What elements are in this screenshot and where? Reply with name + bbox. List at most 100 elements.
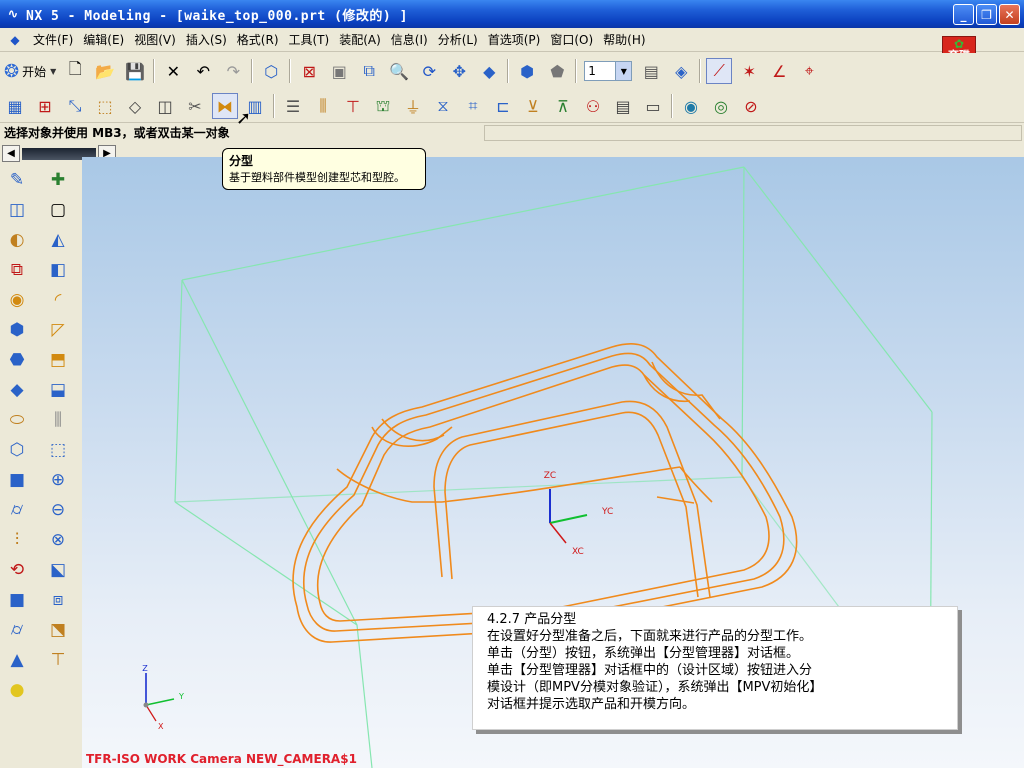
save-icon[interactable]: 💾 [122,58,148,84]
sweep-icon[interactable]: ⧉ [3,256,31,284]
gate-icon[interactable]: ⏚ [400,93,426,119]
ejector-icon[interactable]: ⫼ [310,93,336,119]
delete-icon[interactable]: ✕ [160,58,186,84]
menu-information[interactable]: 信息(I) [386,29,433,51]
sub-insert-icon[interactable]: ⛫ [370,93,396,119]
patch-icon[interactable]: ⬔ [44,616,72,644]
instance-icon[interactable]: ⟲ [3,556,31,584]
menu-help[interactable]: 帮助(H) [598,29,650,51]
split-body-icon[interactable]: ◧ [44,256,72,284]
mold-csys-icon[interactable]: ⊞ [32,93,58,119]
project-init-icon[interactable]: ▦ [2,93,28,119]
pocket-icon[interactable]: ⊼ [550,93,576,119]
start-button[interactable]: ❂ 开始 ▼ [0,58,60,84]
work-layer-select[interactable]: 1 ▼ [584,61,633,81]
thread-icon[interactable]: ⫶ [3,526,31,554]
undo-icon[interactable]: ↶ [190,58,216,84]
open-folder-icon[interactable]: 📂 [92,58,118,84]
menu-insert[interactable]: 插入(S) [181,29,232,51]
orient-view-icon[interactable]: ⬢ [514,58,540,84]
emboss-icon[interactable]: ⊤ [44,646,72,674]
eye-icon[interactable]: ◎ [708,93,734,119]
redo-icon[interactable]: ↷ [220,58,246,84]
cylinder-primitive-icon[interactable]: ⌭ [3,616,31,644]
slot-icon[interactable]: ⬭ [3,406,31,434]
shrinkage-icon[interactable]: ⤡ [62,93,88,119]
menu-format[interactable]: 格式(R) [232,29,284,51]
workpiece-icon[interactable]: ⬚ [92,93,118,119]
menu-view[interactable]: 视图(V) [129,29,181,51]
select-filter-icon[interactable]: ⬡ [258,58,284,84]
hole-icon[interactable]: ◉ [3,286,31,314]
standard-parts-icon[interactable]: ☰ [280,93,306,119]
wcs-icon[interactable]: ⟋ [706,58,733,84]
menu-file[interactable]: 文件(F) [28,29,78,51]
rectangle-icon[interactable]: ▢ [44,196,72,224]
menu-window[interactable]: 窗口(O) [545,29,598,51]
trim-icon[interactable]: ⊻ [520,93,546,119]
parting-icon[interactable]: ⧓ [212,93,238,119]
family-mold-icon[interactable]: ◫ [152,93,178,119]
sphere-icon[interactable]: ● [3,676,31,704]
intersect-icon[interactable]: ⊗ [44,526,72,554]
cooling-icon[interactable]: ⌗ [460,93,486,119]
display-icon[interactable]: ▣ [326,58,352,84]
restore-button[interactable]: ❐ [976,4,997,25]
remove-icon[interactable]: ⊘ [738,93,764,119]
menu-analysis[interactable]: 分析(L) [433,29,483,51]
menu-edit[interactable]: 编辑(E) [78,29,129,51]
offset-face-icon[interactable]: ⬚ [44,436,72,464]
edge-blend-icon[interactable]: ◜ [44,286,72,314]
hole-table-icon[interactable]: ▭ [640,93,666,119]
cone-icon[interactable]: ▲ [3,646,31,674]
trim-body-icon[interactable]: ◭ [44,226,72,254]
boss-icon[interactable]: ⬢ [3,316,31,344]
move-layer-icon[interactable]: ▤ [638,58,664,84]
wcs-orient-icon[interactable]: ✶ [736,58,762,84]
drawing-icon[interactable]: ▤ [610,93,636,119]
render-style-icon[interactable]: ⬟ [544,58,570,84]
sew-icon[interactable]: ⧈ [44,586,72,614]
wcs-origin-icon[interactable]: ⌖ [796,58,822,84]
mold-tools-icon[interactable]: ✂ [182,93,208,119]
bom-icon[interactable]: ⚇ [580,93,606,119]
zoom-icon[interactable]: 🔍 [386,58,412,84]
new-file-icon[interactable]: 🗋 [62,58,88,84]
pocket-feature-icon[interactable]: ⬣ [3,346,31,374]
shaded-icon[interactable]: ◆ [476,58,502,84]
document-icon[interactable]: ◆ [6,31,24,49]
revolve-icon[interactable]: ◐ [3,226,31,254]
scale-body-icon[interactable]: ⬕ [44,556,72,584]
menu-assemblies[interactable]: 装配(A) [334,29,386,51]
slider-icon[interactable]: ⊤ [340,93,366,119]
extrude-icon[interactable]: ◫ [3,196,31,224]
unite-icon[interactable]: ⊕ [44,466,72,494]
pad-icon[interactable]: ◆ [3,376,31,404]
cylinder-icon[interactable]: ⌭ [3,496,31,524]
layout-icon[interactable]: ◇ [122,93,148,119]
minimize-button[interactable]: _ [953,4,974,25]
view-manager-icon[interactable]: ◉ [678,93,704,119]
menu-tools[interactable]: 工具(T) [284,29,335,51]
subtract-icon[interactable]: ⊖ [44,496,72,524]
scroll-left-button[interactable]: ◀ [2,145,20,162]
electrode-icon[interactable]: ⊏ [490,93,516,119]
block-icon[interactable]: ■ [3,466,31,494]
zoom-window-icon[interactable]: ⧉ [356,58,382,84]
groove-icon[interactable]: ⬡ [3,436,31,464]
thread-feature-icon[interactable]: ⫼ [44,406,72,434]
layer-settings-icon[interactable]: ◈ [668,58,694,84]
fit-icon[interactable]: ⊠ [296,58,322,84]
close-button[interactable]: ✕ [999,4,1020,25]
wcs-dynamic-icon[interactable]: ∠ [766,58,792,84]
add-shape-icon[interactable]: ✚ [44,166,72,194]
pan-icon[interactable]: ✥ [446,58,472,84]
draft-icon[interactable]: ⬒ [44,346,72,374]
sketch-icon[interactable]: ✎ [3,166,31,194]
cube-icon[interactable]: ■ [3,586,31,614]
rotate-icon[interactable]: ⟳ [416,58,442,84]
shell-icon[interactable]: ⬓ [44,376,72,404]
chamfer-icon[interactable]: ◸ [44,316,72,344]
menu-preferences[interactable]: 首选项(P) [483,29,546,51]
runner-icon[interactable]: ⧖ [430,93,456,119]
